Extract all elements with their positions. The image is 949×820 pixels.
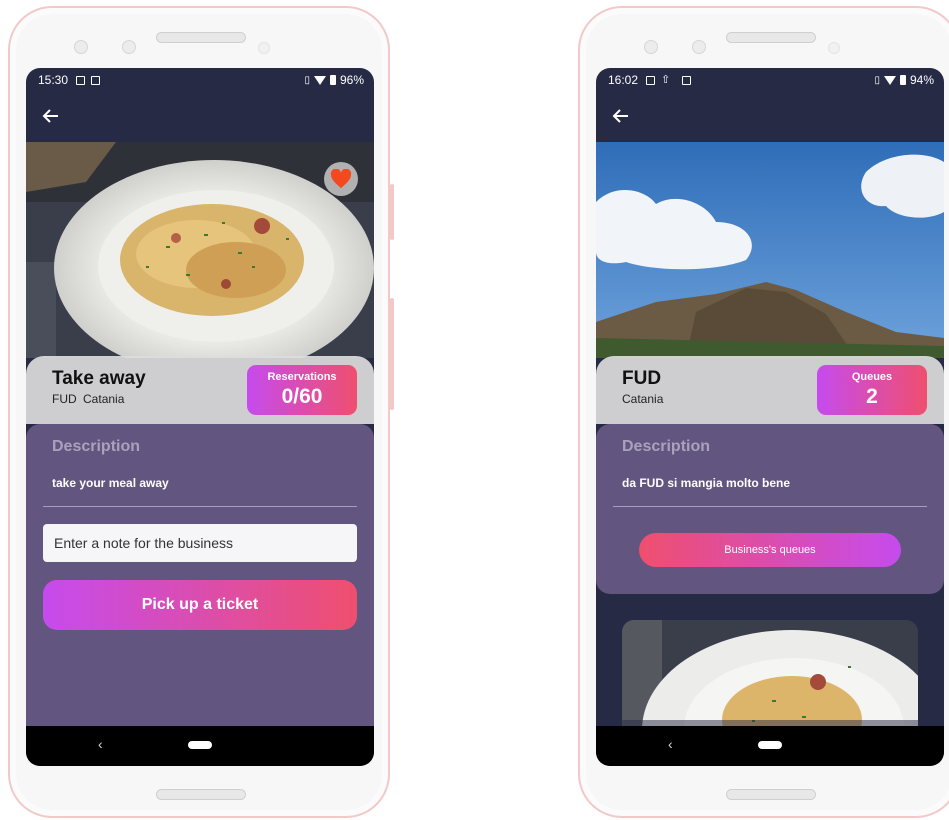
reservations-badge: Reservations 0/60 — [247, 365, 357, 415]
back-arrow-icon[interactable] — [610, 105, 632, 127]
heart-icon — [330, 169, 352, 189]
badge-value: 0/60 — [281, 385, 323, 408]
front-sensor — [74, 40, 88, 54]
description-text: da FUD si mangia molto bene — [622, 476, 791, 490]
badge-value: 2 — [866, 385, 878, 408]
description-heading: Description — [52, 438, 141, 455]
queues-badge: Queues 2 — [817, 365, 927, 415]
hero-image — [26, 142, 374, 358]
business-queues-button[interactable]: Business's queues — [639, 533, 901, 567]
back-arrow-icon[interactable] — [40, 105, 62, 127]
badge-label: Reservations — [267, 371, 337, 383]
title-card: FUD Catania Queues 2 — [596, 356, 944, 424]
wifi-icon — [313, 75, 326, 85]
app-bar — [596, 92, 944, 142]
service-title: Take away — [52, 368, 146, 389]
earpiece-speaker — [156, 32, 246, 43]
status-bar: 16:02 ⇧ ▯ 94% — [596, 68, 944, 92]
battery-level: 94% — [909, 73, 934, 87]
details-panel: Description da FUD si mangia molto bene … — [596, 424, 944, 594]
earpiece-speaker — [726, 32, 816, 43]
screen-right: 16:02 ⇧ ▯ 94% FUD Catania Queues 2 Descr… — [596, 68, 944, 766]
description-text: take your meal away — [52, 476, 169, 490]
title-card: Take away FUD Catania Reservations 0/60 — [26, 356, 374, 424]
sim-icon — [682, 75, 692, 85]
front-sensor — [644, 40, 658, 54]
divider — [613, 506, 927, 507]
download-icon: ⇧ — [661, 73, 671, 86]
system-nav-bar: ‹ — [26, 726, 374, 766]
status-time: 16:02 — [608, 73, 639, 87]
nav-home-pill[interactable] — [188, 741, 212, 749]
service-subtitle: FUD Catania — [52, 392, 124, 406]
sim-icon — [91, 75, 101, 85]
business-name: FUD — [52, 392, 77, 406]
image-icon — [646, 75, 656, 85]
vibrate-icon: ▯ — [874, 74, 880, 86]
volume-button — [390, 298, 394, 410]
nav-back-icon[interactable]: ‹ — [98, 736, 103, 752]
note-input[interactable]: Enter a note for the business — [43, 524, 357, 562]
battery-icon — [899, 75, 906, 85]
proximity-sensor — [258, 42, 270, 54]
favorite-button[interactable] — [324, 162, 358, 196]
vibrate-icon: ▯ — [304, 74, 310, 86]
business-title: FUD — [622, 368, 662, 389]
bottom-speaker — [156, 789, 246, 800]
system-nav-bar: ‹ — [596, 726, 944, 766]
wifi-icon — [883, 75, 896, 85]
nav-home-pill[interactable] — [758, 741, 782, 749]
battery-level: 96% — [339, 73, 364, 87]
app-bar — [26, 92, 374, 142]
badge-label: Queues — [851, 371, 893, 383]
status-bar: 15:30 ▯ 96% — [26, 68, 374, 92]
power-button — [390, 184, 394, 240]
city-name: Catania — [622, 392, 664, 406]
city-name: Catania — [83, 392, 125, 406]
details-panel: Description take your meal away Enter a … — [26, 424, 374, 734]
proximity-sensor — [828, 42, 840, 54]
battery-icon — [329, 75, 336, 85]
front-camera — [692, 40, 706, 54]
image-icon — [76, 75, 86, 85]
description-heading: Description — [622, 438, 711, 455]
phone-left: 15:30 ▯ 96% Take away FUD Catania Reserv… — [8, 6, 394, 818]
bottom-speaker — [726, 789, 816, 800]
divider — [43, 506, 357, 507]
nav-back-icon[interactable]: ‹ — [668, 736, 673, 752]
status-time: 15:30 — [38, 73, 69, 87]
phone-right: 16:02 ⇧ ▯ 94% FUD Catania Queues 2 Descr… — [578, 6, 949, 818]
screen-left: 15:30 ▯ 96% Take away FUD Catania Reserv… — [26, 68, 374, 766]
hero-image — [596, 142, 944, 358]
pick-up-ticket-button[interactable]: Pick up a ticket — [43, 580, 357, 630]
front-camera — [122, 40, 136, 54]
